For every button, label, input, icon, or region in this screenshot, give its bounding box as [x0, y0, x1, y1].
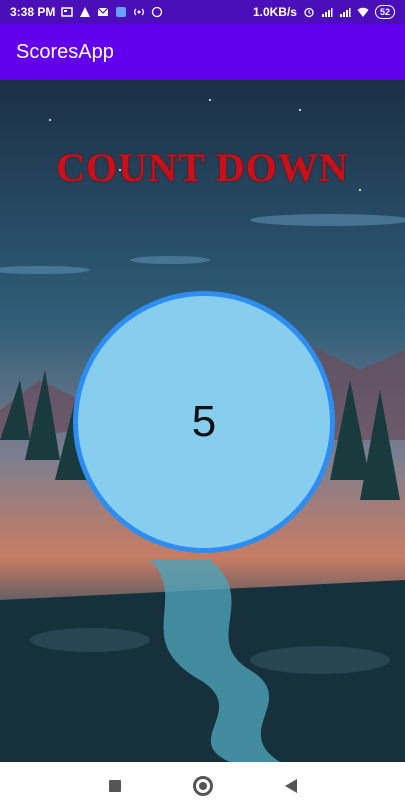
background-scene: COUNT DOWN 5: [0, 80, 405, 762]
countdown-value: 5: [191, 397, 217, 446]
navigation-bar: [0, 762, 405, 810]
status-time: 3:38 PM: [10, 5, 56, 19]
warning-icon: [80, 7, 91, 17]
back-icon[interactable]: [284, 779, 297, 793]
vpn-icon: [116, 7, 127, 17]
gmail-icon: [97, 7, 109, 16]
status-right: 1.0KB/s 52: [253, 5, 395, 19]
wifi-icon: [357, 7, 369, 17]
notification-icon: [61, 7, 74, 17]
whatsapp-icon: [152, 6, 163, 18]
alarm-icon: [304, 7, 314, 18]
battery-indicator: 52: [374, 5, 395, 19]
hotspot-icon: [134, 8, 145, 16]
recents-icon[interactable]: [108, 780, 121, 792]
home-icon[interactable]: [192, 776, 213, 796]
signal-icon-2: [339, 8, 351, 17]
countdown-heading: COUNT DOWN: [56, 145, 349, 190]
status-bar: 3:38 PM 1.0KB/s 52: [0, 0, 405, 24]
network-speed: 1.0KB/s: [252, 5, 297, 19]
app-bar: ScoresApp: [0, 24, 405, 80]
app-title: ScoresApp: [16, 40, 114, 63]
signal-icon: [321, 8, 333, 17]
countdown-circle[interactable]: 5: [73, 291, 335, 553]
status-left: 3:38 PM: [10, 5, 163, 19]
